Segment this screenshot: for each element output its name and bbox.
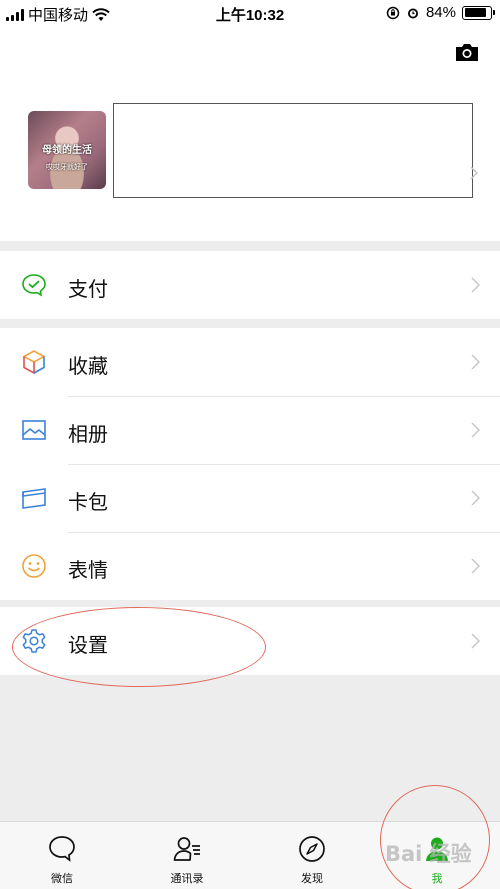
contacts-icon: [173, 837, 200, 861]
avatar-caption-line2: 哎哎牙就好了: [46, 164, 88, 171]
chevron-right-icon: [471, 633, 480, 649]
menu-label-album: 相册: [68, 424, 108, 446]
menu-label-favorites: 收藏: [68, 356, 108, 378]
gear-icon: [22, 629, 46, 653]
menu-label-cards: 卡包: [68, 492, 108, 514]
album-icon: [22, 420, 46, 440]
menu-item-stickers[interactable]: 表情: [0, 532, 500, 600]
battery-percent: 84%: [425, 4, 456, 21]
chat-bubble-icon: [49, 836, 75, 862]
menu-label-stickers: 表情: [68, 560, 108, 582]
profile-info-redacted: [113, 103, 473, 198]
chevron-right-icon: [471, 422, 480, 438]
status-bar: 中国移动 上午10:32 84%: [0, 0, 500, 28]
menu-item-favorites[interactable]: 收藏: [0, 328, 500, 396]
chevron-right-icon: [471, 490, 480, 506]
tab-contacts[interactable]: 通讯录: [137, 822, 237, 889]
tab-label-me: 我: [431, 873, 443, 885]
tab-label-discover: 发现: [301, 873, 323, 885]
compass-icon: [299, 836, 325, 862]
menu-item-cards[interactable]: 卡包: [0, 464, 500, 532]
avatar[interactable]: 母领的生活 哎哎牙就好了: [28, 111, 106, 189]
menu-item-album[interactable]: 相册: [0, 396, 500, 464]
menu-item-settings[interactable]: 设置: [0, 607, 500, 675]
avatar-caption-line1: 母领的生活: [42, 145, 92, 156]
pay-group: 支付: [0, 251, 500, 319]
favorites-cube-icon: [22, 350, 46, 375]
rotation-lock-icon: [386, 6, 400, 19]
card-wallet-icon: [22, 488, 46, 509]
chevron-right-icon: [471, 354, 480, 370]
watermark: Bai 经验: [385, 842, 472, 866]
menu-label-pay: 支付: [68, 279, 108, 301]
camera-icon[interactable]: [454, 42, 480, 62]
alarm-icon: [407, 8, 418, 18]
chevron-right-icon: [471, 277, 480, 293]
settings-group: 设置: [0, 607, 500, 675]
tab-discover[interactable]: 发现: [262, 822, 362, 889]
services-group: 收藏 相册 卡包 表情: [0, 328, 500, 600]
menu-label-settings: 设置: [68, 635, 108, 657]
status-right: 84%: [386, 4, 495, 21]
chevron-right-icon: [470, 166, 478, 180]
chevron-right-icon: [471, 558, 480, 574]
menu-item-pay[interactable]: 支付: [0, 251, 500, 319]
profile-header[interactable]: 母领的生活 哎哎牙就好了: [0, 28, 500, 241]
battery-icon: [462, 5, 495, 20]
smiley-icon: [22, 554, 46, 578]
tab-label-contacts: 通讯录: [170, 873, 204, 885]
pay-icon: [22, 274, 46, 297]
tab-label-chats: 微信: [51, 873, 73, 885]
tab-chats[interactable]: 微信: [12, 822, 112, 889]
